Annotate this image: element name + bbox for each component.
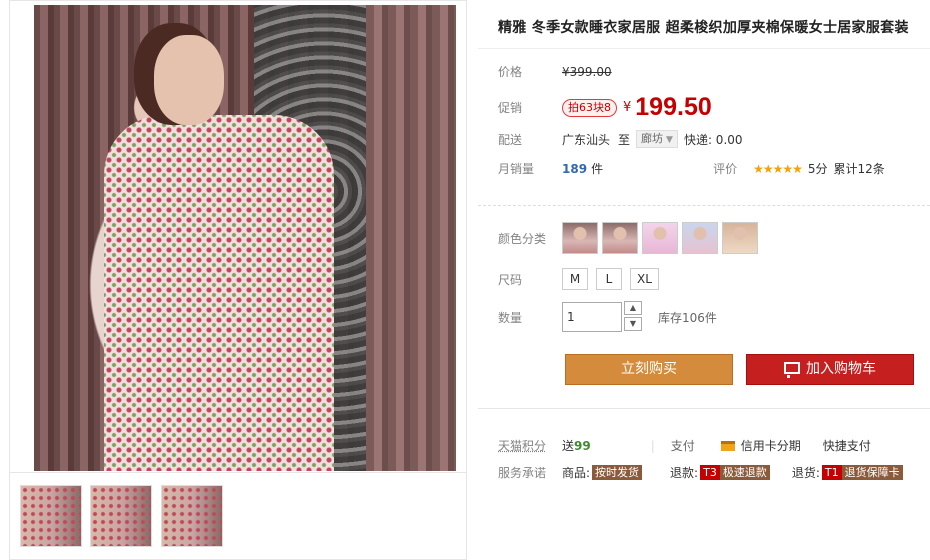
color-swatch-2[interactable]: [602, 222, 638, 254]
ship-from: 广东汕头: [562, 132, 611, 147]
points-value: 99: [574, 438, 591, 453]
color-swatch-3[interactable]: [642, 222, 678, 254]
quantity-input[interactable]: [562, 302, 622, 332]
currency-symbol: ¥: [623, 100, 632, 115]
color-swatch-1[interactable]: [562, 222, 598, 254]
promo-row: 促销 拍63块8 ¥ 199.50: [498, 93, 712, 122]
promo-label: 促销: [498, 101, 523, 115]
buy-now-button[interactable]: 立刻购买: [565, 354, 733, 385]
credit-card-icon: [720, 440, 735, 451]
on-time-delivery-tag[interactable]: 按时发货: [592, 465, 643, 480]
divider: [478, 205, 930, 206]
quantity-stepper: ▲ ▼: [624, 301, 642, 333]
service-label: 服务承诺: [498, 466, 547, 480]
points-label[interactable]: 天猫积分: [498, 437, 562, 454]
stock-count: 库存106件: [658, 310, 717, 325]
destination-value: 廊坊: [641, 132, 664, 145]
separator: |: [650, 438, 655, 453]
cart-icon: [784, 362, 800, 378]
return-label: 退货:: [791, 466, 820, 480]
ship-to-label: 至: [618, 132, 631, 147]
return-guarantee-tag[interactable]: 退货保障卡: [841, 465, 903, 480]
quantity-row: 数量 ▲ ▼ 库存106件: [498, 301, 717, 333]
color-label: 颜色分类: [498, 231, 547, 246]
installment-link[interactable]: 信用卡分期: [741, 437, 801, 454]
refund-label: 退款:: [670, 466, 699, 480]
product-detail: 精雅 冬季女款睡衣家居服 超柔梭织加厚夹棉保暖女士居家服套装 价格 ¥399.0…: [478, 0, 930, 560]
refund-code-tag: T3: [700, 465, 720, 480]
size-option-l[interactable]: L: [596, 268, 622, 290]
background-curtain: [366, 5, 456, 471]
main-product-image[interactable]: [34, 5, 456, 471]
original-price: ¥399.00: [562, 64, 612, 79]
goods-label: 商品:: [562, 466, 591, 480]
sales-label: 月销量: [498, 162, 535, 176]
shipping-label: 配送: [498, 132, 523, 147]
size-row: 尺码 M L XL: [498, 268, 667, 290]
review-count[interactable]: 累计12条: [834, 160, 885, 177]
points-row: 天猫积分 送 99 | 支付 信用卡分期 快捷支付: [498, 437, 871, 454]
pajama-figure: [104, 115, 334, 471]
pay-label: 支付: [670, 439, 695, 453]
promo-badge: 拍63块8: [562, 98, 617, 117]
size-label: 尺码: [498, 272, 523, 287]
size-option-xl[interactable]: XL: [630, 268, 659, 290]
fast-refund-tag[interactable]: 极速退款: [719, 465, 770, 480]
shipping-row: 配送 广东汕头 至 廊坊 ▼ 快递: 0.00: [498, 130, 743, 148]
service-row: 服务承诺 商品: 按时发货 退款: T3 极速退款 退货: T1 退货保障卡: [498, 464, 903, 481]
model-face: [154, 35, 224, 125]
image-gallery: [9, 0, 467, 560]
add-to-cart-button[interactable]: 加入购物车: [746, 354, 914, 385]
thumbnail-2[interactable]: [90, 485, 152, 547]
price-row: 价格 ¥399.00: [498, 63, 612, 80]
thumbnail-1[interactable]: [20, 485, 82, 547]
sales-count: 189: [562, 161, 588, 176]
divider: [478, 408, 930, 409]
decrement-button[interactable]: ▼: [624, 317, 642, 331]
express-fee: 快递: 0.00: [683, 132, 743, 147]
rating-stars-icon: ★★★★★: [753, 161, 803, 176]
promo-price: 199.50: [635, 93, 712, 121]
thumbnail-strip: [10, 472, 466, 560]
rating-score[interactable]: 5分: [808, 160, 828, 177]
size-option-m[interactable]: M: [562, 268, 588, 290]
chevron-down-icon: ▼: [666, 135, 673, 145]
increment-button[interactable]: ▲: [624, 301, 642, 315]
product-title: 精雅 冬季女款睡衣家居服 超柔梭织加厚夹棉保暖女士居家服套装: [498, 20, 909, 36]
quick-pay-link[interactable]: 快捷支付: [823, 437, 871, 454]
rating-label: 评价: [713, 162, 738, 176]
add-to-cart-label: 加入购物车: [806, 361, 876, 377]
sales-row: 月销量 189 件 评价 ★★★★★ 5分 累计12条: [498, 160, 885, 177]
price-label: 价格: [498, 65, 523, 79]
thumbnail-3[interactable]: [161, 485, 223, 547]
color-row: 颜色分类: [498, 222, 762, 254]
color-swatch-5[interactable]: [722, 222, 758, 254]
sales-unit: 件: [591, 162, 604, 176]
color-swatch-4[interactable]: [682, 222, 718, 254]
quantity-label: 数量: [498, 310, 523, 325]
destination-select[interactable]: 廊坊 ▼: [636, 130, 678, 148]
return-code-tag: T1: [821, 465, 842, 480]
points-prefix: 送: [562, 439, 575, 453]
